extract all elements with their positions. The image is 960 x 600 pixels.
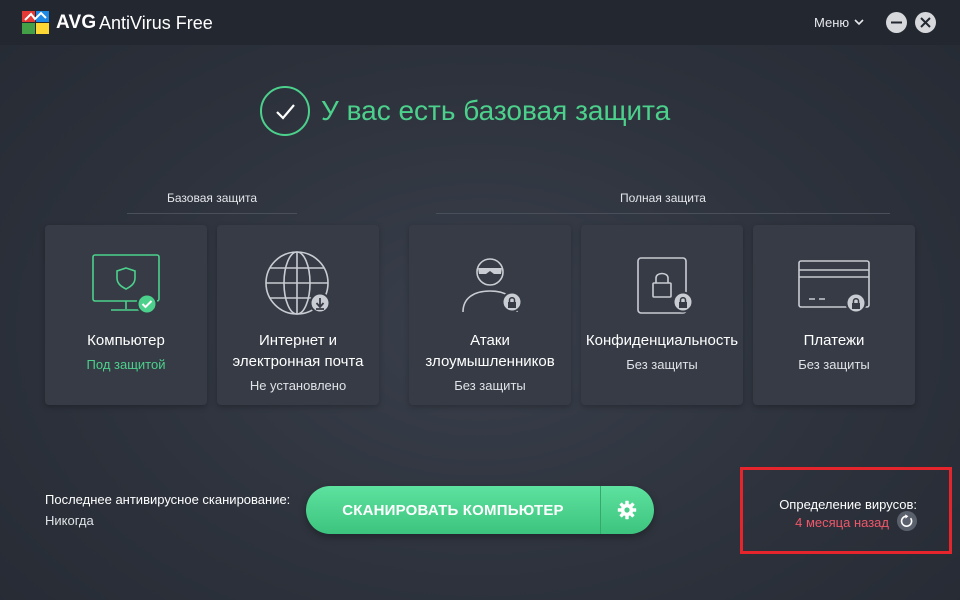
status-title: У вас есть базовая защита xyxy=(321,95,671,126)
menu-label: Меню xyxy=(814,15,850,30)
group-divider xyxy=(436,213,890,214)
refresh-icon xyxy=(900,514,913,527)
chevron-down-icon xyxy=(854,19,864,26)
lock-badge-icon xyxy=(672,291,694,313)
scan-button-group: СКАНИРОВАТЬ КОМПЬЮТЕР xyxy=(306,486,654,534)
card-title: Компьютер xyxy=(87,332,165,349)
close-button[interactable] xyxy=(915,12,936,33)
card-hacker-attacks[interactable]: Атаки злоумышленников Без защиты xyxy=(409,225,571,405)
card-title: Конфиденциальность xyxy=(585,332,739,349)
definitions-age-link[interactable]: 4 месяца назад xyxy=(743,515,889,530)
close-icon xyxy=(920,17,931,28)
card-title: Платежи xyxy=(803,332,865,349)
virus-definitions-panel: Определение вирусов: 4 месяца назад xyxy=(740,467,952,554)
product-name: AntiVirus Free xyxy=(99,13,213,33)
card-privacy[interactable]: Конфиденциальность Без защиты xyxy=(581,225,743,405)
brand-name: AVG xyxy=(56,12,97,33)
card-computer[interactable]: Компьютер Под защитой xyxy=(45,225,207,405)
card-status: Без защиты xyxy=(798,357,870,372)
protection-status: У вас есть базовая защита xyxy=(260,86,670,136)
minimize-button[interactable] xyxy=(886,12,907,33)
card-status: Не установлено xyxy=(249,378,347,393)
card-title: Атаки злоумышленников xyxy=(425,332,555,370)
avg-logo-icon xyxy=(22,11,49,34)
lock-badge-icon xyxy=(501,291,523,313)
minimize-icon xyxy=(891,21,902,24)
definitions-label: Определение вирусов: xyxy=(779,497,917,512)
download-badge-icon xyxy=(309,292,331,314)
scan-settings-button[interactable] xyxy=(601,486,654,534)
scan-computer-button[interactable]: СКАНИРОВАТЬ КОМПЬЮТЕР xyxy=(306,486,600,534)
card-internet[interactable]: Интернет и электронная почта Не установл… xyxy=(217,225,379,405)
card-status: Без защиты xyxy=(626,357,698,372)
group-label-full: Полная защита xyxy=(620,191,706,205)
title-bar: AVG AntiVirus Free Меню xyxy=(0,0,960,45)
last-scan-label: Последнее антивирусное сканирование: xyxy=(45,492,291,507)
menu-button[interactable]: Меню xyxy=(814,15,864,30)
card-title: Интернет и электронная почта xyxy=(232,332,364,370)
check-circle-icon xyxy=(260,86,310,136)
check-badge-icon xyxy=(136,293,158,315)
group-divider xyxy=(127,213,297,214)
update-definitions-button[interactable] xyxy=(897,511,917,531)
gear-icon xyxy=(617,500,637,520)
lock-badge-icon xyxy=(845,292,867,314)
card-status: Под защитой xyxy=(86,357,166,372)
card-payments[interactable]: Платежи Без защиты xyxy=(753,225,915,405)
card-status: Без защиты xyxy=(454,378,526,393)
last-scan-value: Никогда xyxy=(45,513,94,528)
group-label-basic: Базовая защита xyxy=(167,191,257,205)
